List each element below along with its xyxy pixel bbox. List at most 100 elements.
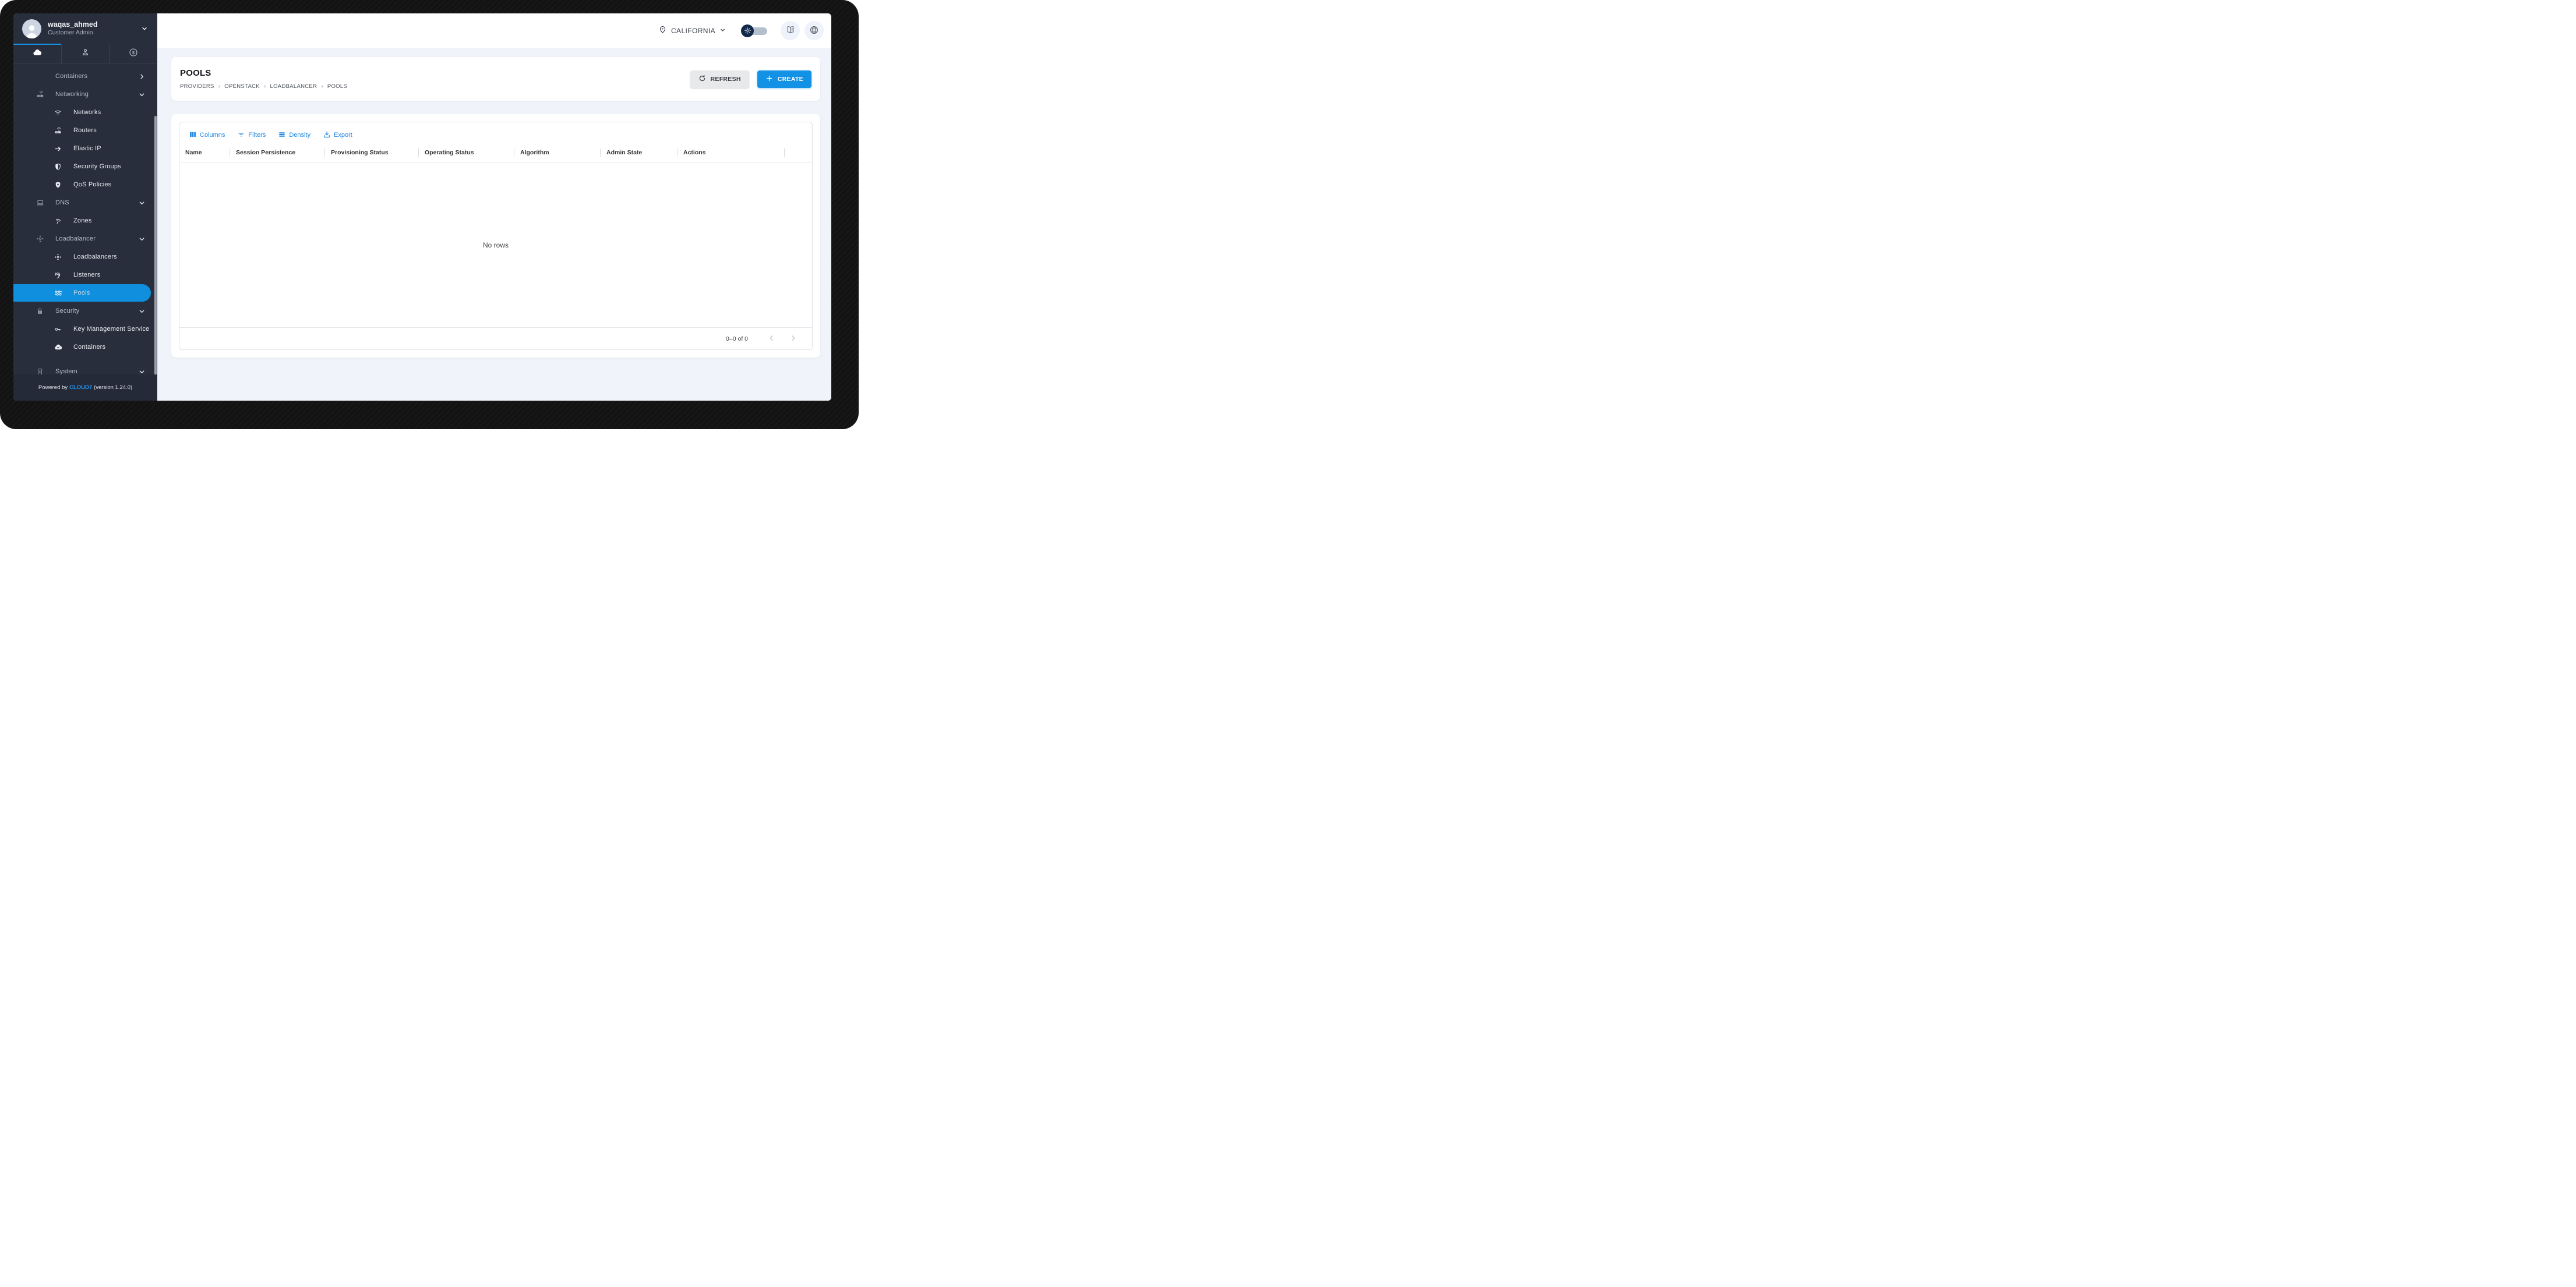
chevron-separator: › <box>218 83 221 90</box>
chevron-separator: › <box>263 83 266 90</box>
next-page-button[interactable] <box>787 332 799 346</box>
export-button[interactable]: Export <box>320 129 355 142</box>
docs-button[interactable] <box>781 21 800 40</box>
device-download-icon <box>36 368 44 374</box>
sidebar-item-loadbalancers[interactable]: Loadbalancers <box>13 248 157 266</box>
column-header-name[interactable]: Name <box>179 143 230 162</box>
shield-dot-icon <box>54 181 62 189</box>
density-icon <box>278 130 286 140</box>
device-frame: waqas_ahmed Customer Admin $ Containers … <box>0 0 859 429</box>
router-icon <box>54 127 62 135</box>
wifi-icon <box>54 109 62 116</box>
sidebar-scrollbar[interactable] <box>154 116 157 374</box>
chevron-left-icon <box>768 334 775 344</box>
sidebar-item-system[interactable]: System <box>13 363 157 374</box>
breadcrumb-item-providers[interactable]: PROVIDERS <box>180 83 214 90</box>
chevron-down-icon <box>141 25 148 32</box>
app-window: waqas_ahmed Customer Admin $ Containers … <box>13 13 831 401</box>
svg-text:$: $ <box>132 50 135 55</box>
column-header-algorithm[interactable]: Algorithm <box>514 143 601 162</box>
data-grid: Columns Filters Density Export Name Sess… <box>179 122 813 350</box>
region-label: CALIFORNIA <box>671 26 715 35</box>
chevron-right-icon <box>789 334 797 344</box>
version-text: (version 1.24.0) <box>94 384 133 391</box>
sidebar-item-dns[interactable]: DNS <box>13 194 157 211</box>
refresh-icon <box>698 75 706 84</box>
column-header-session-persistence[interactable]: Session Persistence <box>230 143 325 162</box>
router-icon <box>36 90 44 98</box>
density-button[interactable]: Density <box>276 129 313 142</box>
sun-icon <box>741 24 754 37</box>
grid-header-row: Name Session Persistence Provisioning St… <box>179 143 812 162</box>
powered-by-text: Powered by <box>38 384 68 391</box>
sidebar-item-key-management-service[interactable]: Key Management Service <box>13 320 157 338</box>
active-tab-indicator <box>13 44 62 45</box>
book-icon <box>786 25 795 36</box>
column-header-provisioning-status[interactable]: Provisioning Status <box>325 143 419 162</box>
sidebar-tabs: $ <box>13 44 157 64</box>
laptop-icon <box>36 199 44 207</box>
chevron-down-icon <box>139 308 145 314</box>
sidebar-item-containers[interactable]: Containers <box>13 68 157 85</box>
columns-button[interactable]: Columns <box>186 129 227 142</box>
tab-cloud[interactable] <box>13 44 61 63</box>
sidebar-item-pools[interactable]: Pools <box>13 284 151 302</box>
sidebar: waqas_ahmed Customer Admin $ Containers … <box>13 13 157 401</box>
sidebar-nav: Containers Networking Networks Routers E… <box>13 64 157 374</box>
sidebar-item-security[interactable]: Security <box>13 302 157 320</box>
theme-toggle[interactable] <box>741 24 769 38</box>
column-header-admin-state[interactable]: Admin State <box>601 143 677 162</box>
ear-icon <box>54 271 62 279</box>
previous-page-button[interactable] <box>765 332 778 346</box>
create-button[interactable]: CREATE <box>757 70 811 88</box>
chevron-down-icon <box>139 369 145 375</box>
breadcrumb-item-openstack[interactable]: OPENSTACK <box>224 83 260 90</box>
signal-icon <box>54 217 62 225</box>
breadcrumb-item-loadbalancer[interactable]: LOADBALANCER <box>270 83 317 90</box>
sidebar-item-elastic-ip[interactable]: Elastic IP <box>13 140 157 157</box>
refresh-button[interactable]: REFRESH <box>690 70 749 88</box>
brand-link[interactable]: CLOUD7 <box>69 384 92 391</box>
breadcrumb-item-pools: POOLS <box>327 83 348 90</box>
sidebar-item-routers[interactable]: Routers <box>13 122 157 139</box>
language-button[interactable] <box>804 21 824 40</box>
avatar <box>22 19 41 38</box>
chevron-separator: › <box>321 83 323 90</box>
user-role: Customer Admin <box>48 29 93 37</box>
page-header-card: POOLS PROVIDERS › OPENSTACK › LOADBALANC… <box>171 57 820 101</box>
sidebar-item-zones[interactable]: Zones <box>13 212 157 229</box>
chevron-down-icon <box>139 200 145 206</box>
sidebar-item-networking[interactable]: Networking <box>13 86 157 103</box>
sidebar-item-networks[interactable]: Networks <box>13 104 157 121</box>
move-icon <box>36 235 44 243</box>
topbar: CALIFORNIA <box>157 13 831 48</box>
sidebar-footer: Powered by CLOUD7 (version 1.24.0) <box>13 374 157 401</box>
header-actions: REFRESH CREATE <box>690 70 811 88</box>
plus-icon <box>765 75 773 84</box>
pagination-range: 0–0 of 0 <box>726 335 748 342</box>
user-menu[interactable]: waqas_ahmed Customer Admin <box>13 13 157 44</box>
cloud-check-icon <box>54 343 62 351</box>
lock-icon <box>36 307 44 315</box>
tab-identity[interactable] <box>61 44 110 63</box>
sidebar-item-containers-security[interactable]: Containers <box>13 338 157 356</box>
page-content: POOLS PROVIDERS › OPENSTACK › LOADBALANC… <box>157 48 831 401</box>
tab-billing[interactable]: $ <box>109 44 157 63</box>
column-header-actions[interactable]: Actions <box>677 143 785 162</box>
grid-empty-state: No rows <box>179 162 812 327</box>
chevron-down-icon <box>719 26 726 36</box>
globe-icon <box>809 25 819 37</box>
key-icon <box>54 326 62 333</box>
sidebar-item-loadbalancer[interactable]: Loadbalancer <box>13 230 157 248</box>
sidebar-item-security-groups[interactable]: Security Groups <box>13 158 157 175</box>
column-header-operating-status[interactable]: Operating Status <box>419 143 514 162</box>
region-selector[interactable]: CALIFORNIA <box>658 25 726 37</box>
columns-icon <box>189 130 197 140</box>
table-card: Columns Filters Density Export Name Sess… <box>171 114 820 358</box>
page-title: POOLS <box>180 68 211 78</box>
sidebar-item-listeners[interactable]: Listeners <box>13 266 157 284</box>
sidebar-item-qos-policies[interactable]: QoS Policies <box>13 176 157 193</box>
filters-button[interactable]: Filters <box>235 129 268 142</box>
shield-half-icon <box>54 163 62 171</box>
location-pin-icon <box>658 25 667 37</box>
